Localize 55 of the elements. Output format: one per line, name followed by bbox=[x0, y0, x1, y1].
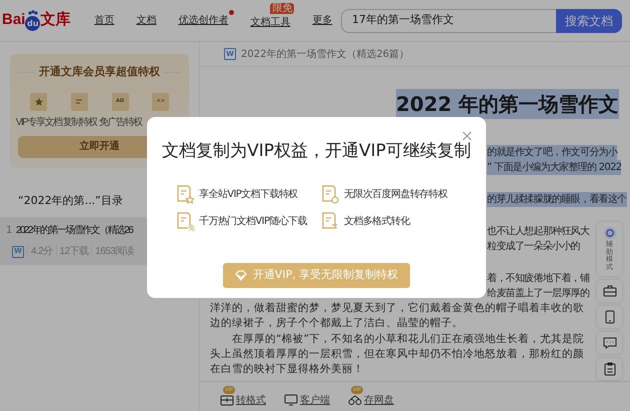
search-button[interactable]: 搜索文档 bbox=[556, 8, 622, 32]
logo-badge[interactable]: du bbox=[25, 16, 40, 31]
text-line: 在厚厚的“棉被”下，不知名的小草和花儿们正在顽强地生长着，尤其是院 bbox=[231, 332, 584, 347]
perk-label: 复制特权 bbox=[62, 116, 96, 130]
nav-link[interactable]: 文档 bbox=[136, 13, 156, 28]
monitor-icon bbox=[284, 393, 298, 407]
feature-label: 千万热门文档VIP随心下载 bbox=[199, 214, 308, 228]
search-field[interactable]: 17年的第一场雪作文 bbox=[341, 8, 556, 32]
document-name: 2022年的第一场雪作文（精选26篇） bbox=[241, 48, 410, 62]
item-title: 2022年的第一场雪作文（精选26 bbox=[16, 224, 132, 238]
item-meta: 12下载 bbox=[56, 244, 88, 259]
copy-icon bbox=[70, 92, 88, 110]
toolbox-button[interactable] bbox=[597, 280, 622, 302]
clipboard-icon bbox=[602, 362, 616, 376]
close-button[interactable] bbox=[462, 129, 472, 143]
glasses-icon bbox=[348, 393, 362, 407]
text-line: 着，不知疲倦地下着，铺 bbox=[487, 272, 590, 286]
document-convert-icon bbox=[321, 212, 339, 230]
promo-title: 开通文库会员享超值特权 bbox=[39, 64, 160, 80]
promo-badge: 限免 bbox=[270, 2, 294, 14]
close-icon bbox=[462, 131, 472, 142]
phone-icon bbox=[602, 310, 616, 324]
nav-link[interactable]: 首页 bbox=[88, 13, 114, 28]
toolbox-icon bbox=[602, 284, 616, 298]
text-line: 洋洋的，做着甜蜜的梦，梦见夏天到了，它们戴着金黄色的帽子唱着丰收的歌 bbox=[210, 301, 584, 316]
logo-text[interactable]: 文库 bbox=[40, 9, 70, 32]
text-line: 粒变成了一朵朵小小的 bbox=[487, 240, 580, 254]
perk-label: 免广告特权 bbox=[98, 116, 142, 130]
text-line: 给麦苗盖上了一层厚厚的 bbox=[487, 286, 590, 301]
feature-label: 无限次百度网盘转存特权 bbox=[344, 188, 448, 202]
diamond-icon bbox=[234, 270, 247, 280]
clipboard-button[interactable] bbox=[597, 358, 622, 380]
item-meta: 4.2分 bbox=[27, 244, 53, 259]
nav-link[interactable]: 更多 bbox=[312, 13, 332, 28]
perk-label: VIP专享文档 bbox=[16, 116, 62, 130]
star-document-icon bbox=[30, 92, 47, 110]
toc-title: “2022年的第...”目录 bbox=[18, 192, 123, 208]
phone-button[interactable] bbox=[597, 306, 622, 328]
feature-label: 享全站VIP文档下载特权 bbox=[199, 188, 298, 202]
nav-link[interactable]: 文档工具 bbox=[250, 16, 290, 28]
text-line: 边的绿裙子，房子个个都戴上了洁白、晶莹的帽子。 bbox=[210, 316, 463, 331]
assist-icon bbox=[602, 226, 616, 240]
item-number: 1 bbox=[6, 224, 14, 238]
logo-text[interactable]: Bai bbox=[2, 9, 26, 32]
item-meta: 1653阅读 bbox=[91, 244, 134, 259]
text-line: 头上虽然顶着厚厚的一层积雪，但在寒风中却仍不怕冷地怒放着，那粉红的颜 bbox=[210, 347, 584, 362]
text-line: 在白雪的映衬下显得格外美丽！ bbox=[210, 362, 364, 377]
document-title: 2022 年的第一场雪作文 bbox=[396, 89, 619, 119]
paw-icon bbox=[28, 10, 38, 16]
comment-button[interactable] bbox=[597, 332, 622, 354]
comment-icon bbox=[602, 336, 616, 350]
toolbar-link[interactable]: 客户端 bbox=[284, 386, 330, 408]
nav-link[interactable]: 优选创作者 bbox=[178, 13, 228, 28]
text-line: 也不让人想起那种狂风大 bbox=[487, 224, 590, 239]
feature-label: 文档多格式转化 bbox=[344, 214, 410, 228]
